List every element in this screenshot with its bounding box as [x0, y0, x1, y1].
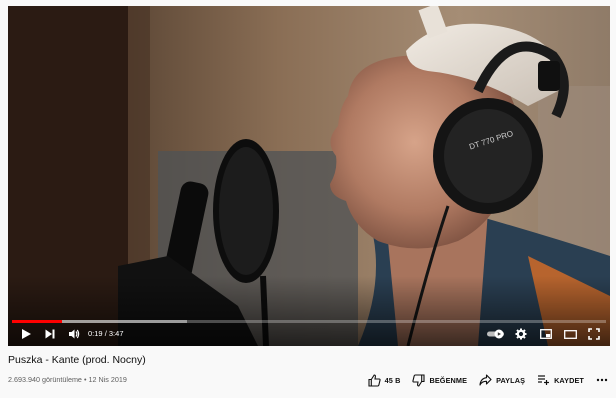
action-bar: 45 B BEĞENME PAYLAŞ KAYDET [356, 371, 608, 389]
progress-bar[interactable] [12, 320, 606, 323]
fullscreen-icon [588, 328, 600, 340]
dislike-button[interactable]: BEĞENME [412, 373, 468, 387]
fullscreen-button[interactable] [586, 326, 602, 342]
time-total: 3:47 [108, 329, 124, 338]
settings-button[interactable] [513, 326, 529, 342]
miniplayer-button[interactable] [538, 326, 554, 342]
theater-button[interactable] [562, 326, 578, 342]
more-button[interactable] [596, 378, 608, 382]
volume-icon [69, 329, 80, 339]
autoplay-toggle-icon [487, 329, 504, 339]
miniplayer-icon [540, 329, 552, 339]
video-title: Puszka - Kante (prod. Nocny) [8, 354, 146, 366]
save-icon [538, 375, 550, 385]
save-button[interactable]: KAYDET [537, 374, 584, 386]
dislike-icon [412, 373, 426, 387]
view-count: 2.693.940 görüntüleme [8, 375, 82, 384]
play-icon [22, 329, 31, 339]
like-icon [368, 373, 381, 387]
theater-icon [563, 329, 577, 339]
like-button[interactable]: 45 B [368, 373, 401, 387]
more-icon [596, 378, 608, 382]
save-label: KAYDET [554, 375, 584, 385]
next-button[interactable] [42, 326, 58, 342]
video-player[interactable]: DT 770 PRO 0:19 / 3:47 [8, 6, 610, 346]
share-label: PAYLAŞ [496, 375, 526, 385]
next-icon [45, 329, 55, 339]
played-bar [12, 320, 62, 323]
play-button[interactable] [18, 326, 34, 342]
autoplay-toggle[interactable] [485, 326, 507, 342]
share-icon [479, 374, 492, 386]
video-meta: 2.693.940 görüntüleme • 12 Nis 2019 [8, 375, 127, 384]
time-display: 0:19 / 3:47 [88, 326, 124, 342]
settings-icon [515, 328, 527, 340]
volume-button[interactable] [66, 326, 82, 342]
time-current: 0:19 [88, 329, 103, 338]
share-button[interactable]: PAYLAŞ [479, 374, 525, 386]
upload-date: 12 Nis 2019 [88, 375, 127, 384]
like-count: 45 B [384, 375, 401, 385]
dislike-label: BEĞENME [429, 375, 468, 385]
